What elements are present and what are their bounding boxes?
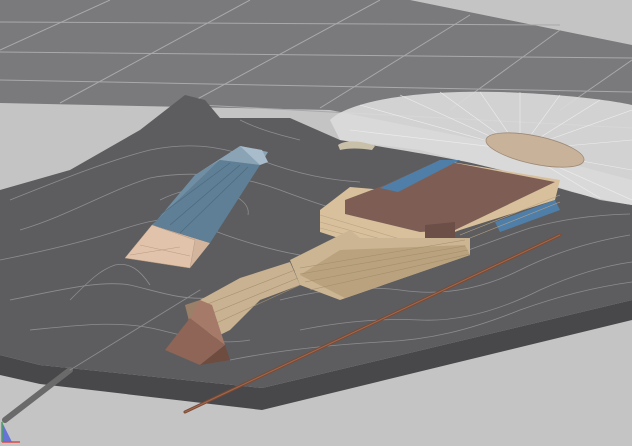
3d-viewport[interactable] [0, 0, 632, 446]
3d-scene[interactable] [0, 0, 632, 446]
view-axis-tripod-icon [1, 422, 20, 443]
